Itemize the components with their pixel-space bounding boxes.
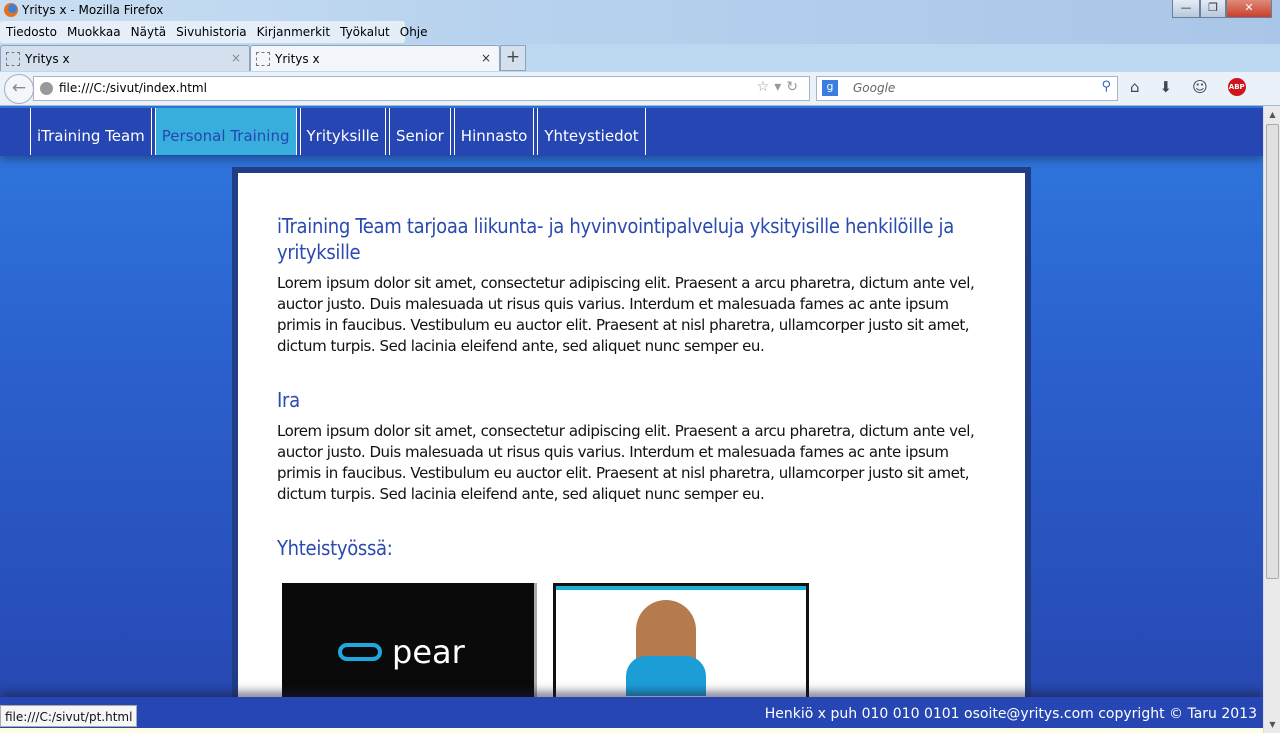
adblock-icon[interactable]: ABP: [1227, 78, 1246, 96]
menu-edit[interactable]: Muokkaa: [67, 25, 121, 39]
tab-2[interactable]: Yritys x ×: [250, 45, 500, 71]
nav-personal-training[interactable]: Personal Training: [154, 108, 297, 155]
menu-view[interactable]: Näytä: [131, 25, 167, 39]
back-button[interactable]: ←: [4, 74, 34, 104]
close-tab-icon[interactable]: ×: [231, 51, 241, 65]
google-icon[interactable]: g: [822, 80, 838, 96]
bookmark-star-icon[interactable]: ☆: [757, 79, 775, 95]
history-dropdown-icon[interactable]: ▾: [774, 79, 786, 95]
globe-icon: [40, 82, 53, 95]
tab-strip: Yritys x × Yritys x × +: [0, 44, 526, 72]
tab-1[interactable]: Yritys x ×: [0, 45, 250, 71]
window-title: Yritys x - Mozilla Firefox: [22, 3, 164, 17]
nav-toolbar: file:///C:/sivut/index.html ☆▾↻ ← g Goog…: [0, 72, 1280, 106]
search-placeholder: Google: [853, 81, 896, 95]
search-input[interactable]: g Google ⚲: [816, 76, 1118, 101]
page-heading: iTraining Team tarjoaa liikunta- ja hyvi…: [277, 214, 954, 264]
firefox-logo-icon: [4, 3, 18, 17]
new-tab-button[interactable]: +: [500, 45, 526, 71]
scroll-down-icon[interactable]: ▼: [1264, 716, 1280, 733]
scroll-up-icon[interactable]: ▲: [1264, 106, 1280, 123]
partners-heading: Yhteistyössä:: [277, 536, 393, 560]
close-tab-icon[interactable]: ×: [481, 51, 491, 65]
nav-yhteystiedot[interactable]: Yhteystiedot: [537, 108, 646, 155]
vertical-scrollbar[interactable]: ▲ ▼: [1263, 106, 1280, 733]
minimize-button[interactable]: —: [1172, 0, 1200, 18]
tab-label: Yritys x: [275, 52, 320, 66]
restore-button[interactable]: ❐: [1200, 0, 1226, 18]
menu-bar: Tiedosto Muokkaa Näytä Sivuhistoria Kirj…: [0, 21, 428, 43]
menu-bookmarks[interactable]: Kirjanmerkit: [257, 25, 330, 39]
close-window-button[interactable]: ✕: [1226, 0, 1272, 18]
pear-infinity-icon: [338, 643, 382, 661]
download-icon[interactable]: ⬇: [1160, 78, 1173, 96]
pear-logo[interactable]: pear: [282, 583, 537, 703]
menu-file[interactable]: Tiedosto: [6, 25, 57, 39]
fitness-partner-image[interactable]: [553, 583, 809, 703]
page-icon: [256, 52, 270, 66]
ira-paragraph: Lorem ipsum dolor sit amet, consectetur …: [277, 422, 975, 503]
menu-history[interactable]: Sivuhistoria: [176, 25, 247, 39]
nav-yrityksille[interactable]: Yrityksille: [299, 108, 387, 155]
section-heading-ira: Ira: [277, 388, 300, 412]
main-content: iTraining Team tarjoaa liikunta- ja hyvi…: [232, 167, 1031, 733]
home-icon[interactable]: ⌂: [1130, 78, 1140, 96]
footer: Henkiö x puh 010 010 0101 osoite@yritys.…: [0, 697, 1263, 728]
site-nav: iTraining Team Personal Training Yrityks…: [0, 108, 1263, 156]
url-bar[interactable]: file:///C:/sivut/index.html ☆▾↻: [33, 76, 810, 101]
menu-help[interactable]: Ohje: [400, 25, 428, 39]
tab-label: Yritys x: [25, 52, 70, 66]
status-url: file:///C:/sivut/pt.html: [0, 705, 138, 727]
nav-itraining-team[interactable]: iTraining Team: [30, 108, 152, 155]
search-icon[interactable]: ⚲: [1101, 79, 1111, 94]
scrollbar-thumb[interactable]: [1266, 124, 1279, 579]
nav-hinnasto[interactable]: Hinnasto: [453, 108, 535, 155]
url-text: file:///C:/sivut/index.html: [59, 81, 207, 95]
page-icon: [6, 52, 20, 66]
menu-tools[interactable]: Työkalut: [340, 25, 390, 39]
intro-paragraph: Lorem ipsum dolor sit amet, consectetur …: [277, 274, 975, 355]
reload-icon[interactable]: ↻: [786, 79, 803, 95]
nav-senior[interactable]: Senior: [389, 108, 451, 155]
web-page: iTraining Team Personal Training Yrityks…: [0, 106, 1263, 733]
ghostery-icon[interactable]: ☺: [1192, 78, 1208, 96]
